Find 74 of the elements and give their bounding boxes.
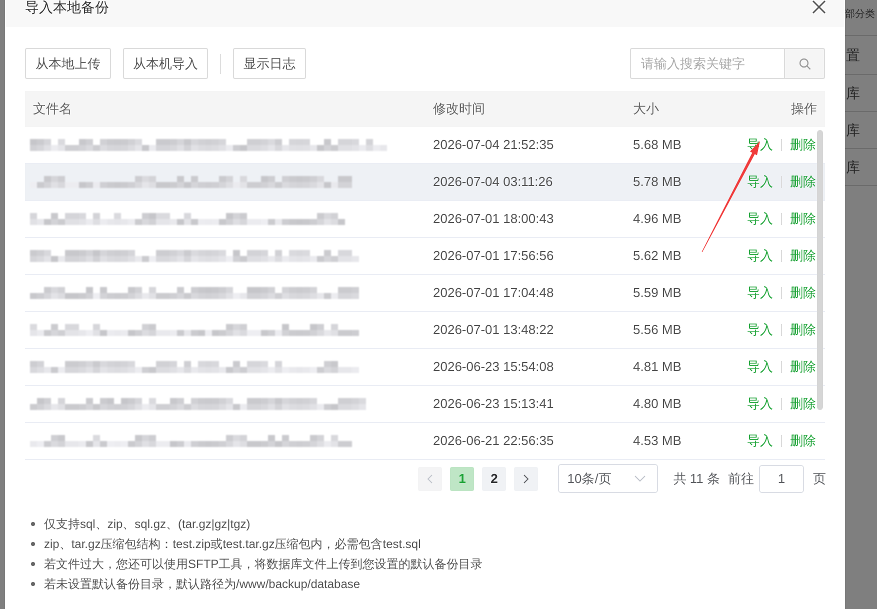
import-link[interactable]: 导入 (747, 357, 773, 377)
column-header: 大小 (633, 101, 659, 116)
chevron-left-icon (427, 474, 434, 484)
dialog-title: 导入本地备份 (25, 0, 109, 15)
note-text: zip、tar.gz压缩包结构：test.zip或test.tar.gz压缩包内，必需包含test.sql (44, 536, 421, 553)
search-field[interactable]: 请输入搜索关键字 (630, 48, 785, 79)
delete-link[interactable]: 删除 (790, 394, 816, 414)
import-link[interactable]: 导入 (747, 209, 773, 229)
table-cell: 2026-06-23 15:54:08 (433, 359, 554, 374)
bullet-icon (31, 542, 35, 546)
table-cell: 2026-07-01 18:00:43 (433, 211, 554, 226)
page-button[interactable]: 1 (450, 466, 474, 490)
table-cell: 2026-06-23 15:13:41 (433, 396, 554, 412)
close-icon (812, 0, 826, 14)
toolbar-button[interactable]: 显示日志 (233, 48, 306, 79)
page-unit-label: 页 (813, 470, 826, 488)
delete-link[interactable]: 删除 (790, 172, 816, 192)
delete-link[interactable]: 删除 (790, 209, 816, 229)
bullet-icon (31, 582, 35, 586)
background-text: 库 (846, 122, 860, 138)
column-header: 修改时间 (433, 101, 485, 116)
import-link[interactable]: 导入 (747, 320, 773, 340)
table-cell: 4.53 MB (633, 433, 682, 448)
import-link[interactable]: 导入 (747, 172, 773, 192)
note-text: 若未设置默认备份目录，默认路径为/www/backup/database (44, 576, 360, 593)
table-cell: 2026-07-01 17:04:48 (433, 285, 554, 300)
table-cell: 2026-07-01 13:48:22 (433, 322, 554, 338)
table-cell: 2026-07-04 21:52:35 (433, 137, 554, 152)
table-cell: 4.96 MB (633, 211, 682, 226)
background-text: 部分类 (845, 9, 875, 20)
page-number-field[interactable]: 1 (759, 464, 804, 492)
import-link[interactable]: 导入 (747, 246, 773, 266)
goto-label: 前往 (728, 470, 754, 488)
total-count: 共 11 条 (673, 470, 720, 488)
import-link[interactable]: 导入 (747, 283, 773, 303)
column-header: 文件名 (33, 101, 72, 116)
search-icon (798, 58, 810, 70)
table-cell: 2026-06-21 22:56:35 (433, 433, 554, 448)
page-button[interactable]: 2 (482, 466, 506, 490)
table-cell: 5.59 MB (633, 285, 682, 300)
page-size-select[interactable]: 10条/页 (558, 464, 658, 493)
search-button[interactable] (785, 48, 825, 79)
delete-link[interactable]: 删除 (790, 246, 816, 266)
delete-link[interactable]: 删除 (790, 357, 816, 377)
table-cell: 2026-07-01 17:56:56 (433, 248, 554, 264)
bullet-icon (31, 562, 35, 566)
chevron-right-icon (523, 474, 530, 484)
table-cell: 5.62 MB (633, 248, 682, 264)
background-text: 库 (846, 85, 860, 101)
delete-link[interactable]: 删除 (790, 135, 816, 155)
toolbar-button[interactable]: 从本地上传 (25, 48, 111, 79)
table-cell: 4.81 MB (633, 359, 682, 374)
table-cell: 2026-07-04 03:11:26 (433, 174, 553, 190)
chevron-down-icon (634, 475, 646, 482)
bullet-icon (31, 522, 35, 526)
table-cell: 4.80 MB (633, 396, 682, 412)
table-cell: 5.56 MB (633, 322, 682, 338)
delete-link[interactable]: 删除 (790, 320, 816, 340)
scrollbar-thumb[interactable] (817, 130, 823, 410)
delete-link[interactable]: 删除 (790, 283, 816, 303)
import-link[interactable]: 导入 (747, 394, 773, 414)
close-button[interactable] (812, 0, 826, 14)
delete-link[interactable]: 删除 (790, 431, 816, 451)
table-cell: 5.78 MB (633, 174, 682, 190)
background-text: 库 (846, 159, 860, 175)
toolbar-button[interactable]: 从本机导入 (123, 48, 208, 79)
background-text: 置 (846, 47, 860, 63)
note-text: 仅支持sql、zip、sql.gz、(tar.gz|gz|tgz) (44, 516, 250, 533)
column-header: 操作 (791, 100, 817, 118)
table-cell: 5.68 MB (633, 137, 682, 152)
import-link[interactable]: 导入 (747, 431, 773, 451)
note-text: 若文件过大，您还可以使用SFTP工具，将数据库文件上传到您设置的默认备份目录 (44, 556, 483, 573)
table-row[interactable]: 2026-07-04 03:11:26 5.78 MB 导入 删除 (25, 164, 825, 201)
next-page-button[interactable] (514, 466, 538, 490)
